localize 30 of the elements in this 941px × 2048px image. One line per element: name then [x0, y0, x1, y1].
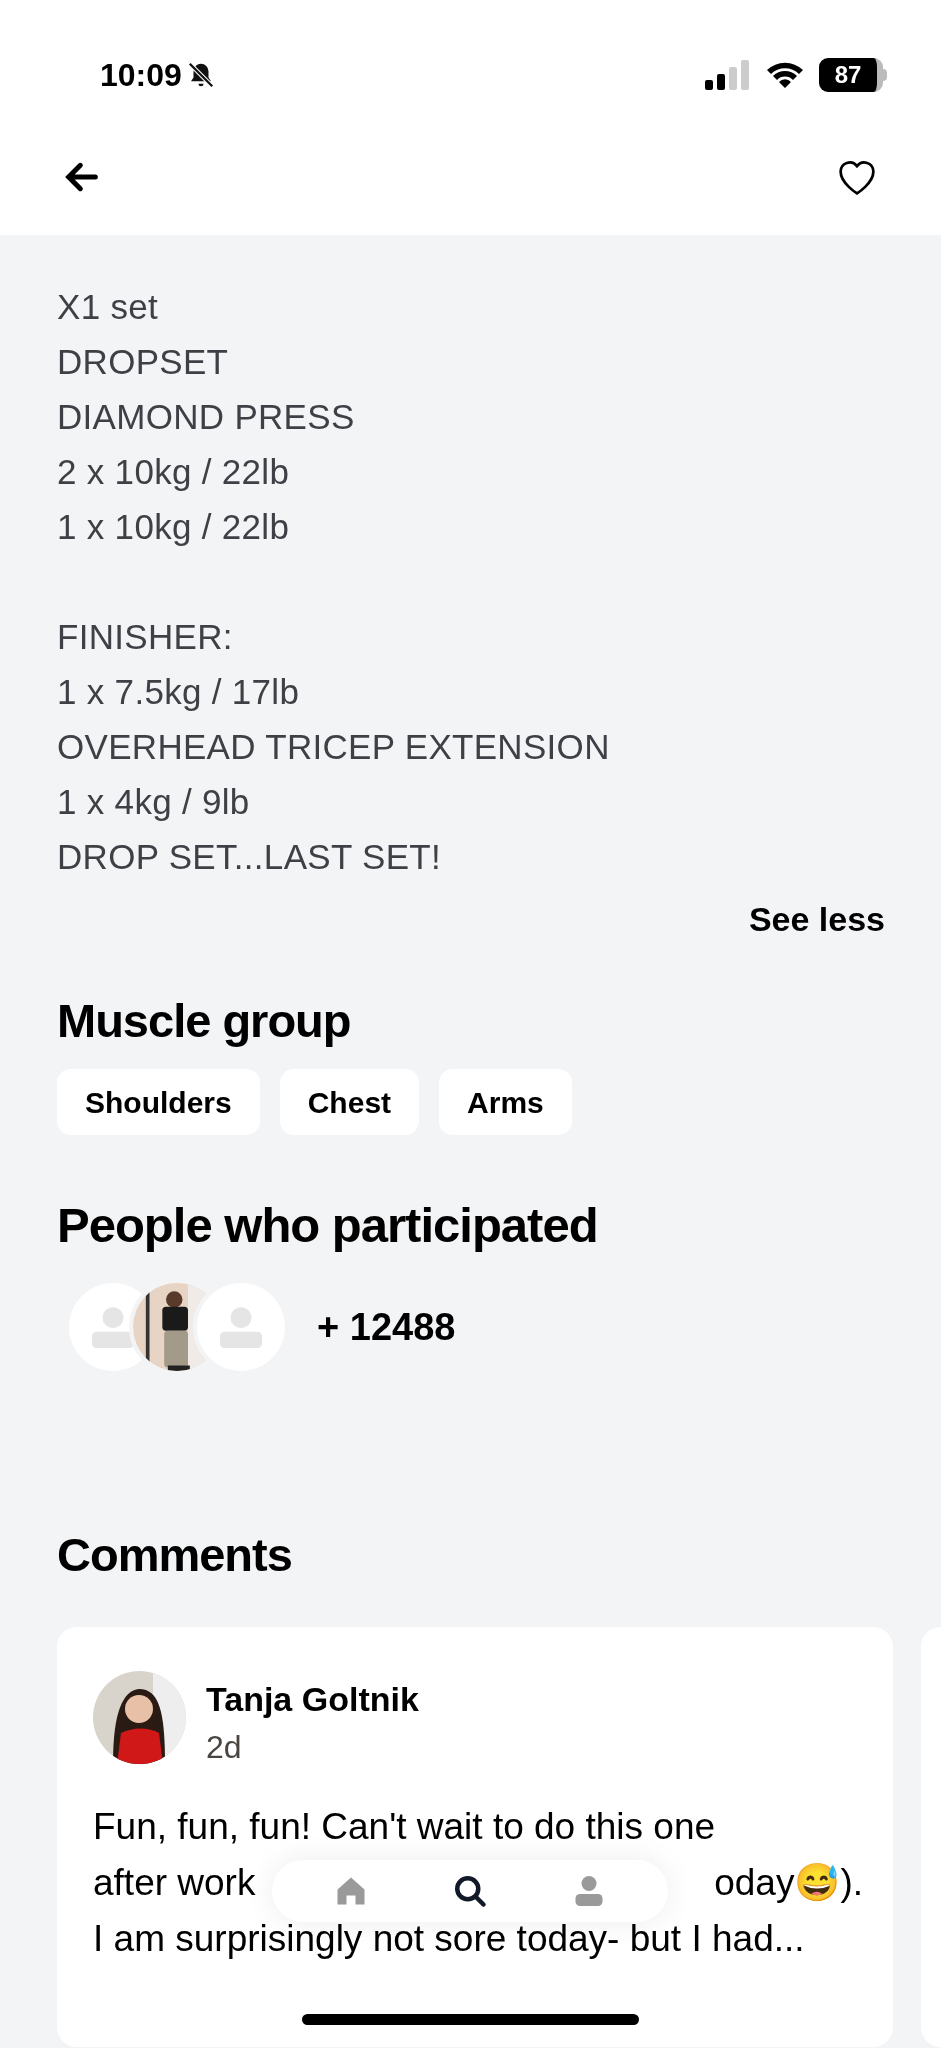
- comment-text: Fun, fun, fun! Can't wait to do this one: [93, 1805, 716, 1850]
- comment-text: after work: [93, 1861, 256, 1906]
- description-line: OVERHEAD TRICEP EXTENSION: [57, 726, 611, 768]
- description-line: X1 set: [57, 286, 160, 328]
- description-line: FINISHER:: [57, 616, 234, 658]
- description-line: 1 x 7.5kg / 17lb: [57, 671, 301, 713]
- comment-author: Tanja Goltnik: [206, 1679, 419, 1720]
- status-time: 10:09: [100, 56, 182, 95]
- description-line: 1 x 4kg / 9lb: [57, 781, 251, 823]
- battery-level: 87: [819, 58, 883, 92]
- muscle-tag: Shoulders: [57, 1069, 260, 1135]
- section-title: Comments: [57, 1529, 293, 1581]
- section-title: People who participated: [57, 1199, 599, 1251]
- section-title: Muscle group: [57, 995, 352, 1047]
- signal-icon: [705, 60, 751, 90]
- comment-time: 2d: [206, 1728, 243, 1767]
- description-line: DROP SET...LAST SET!: [57, 836, 442, 878]
- battery-tip-icon: [883, 69, 887, 81]
- description-line: 1 x 10kg / 22lb: [57, 506, 291, 548]
- see-less-link[interactable]: See less: [748, 894, 885, 945]
- participant-count: + 12488: [317, 1304, 456, 1350]
- comment-text: oday😅).: [714, 1861, 863, 1906]
- description-line: DROPSET: [57, 341, 230, 383]
- description-line: 2 x 10kg / 22lb: [57, 451, 291, 493]
- muscle-tag: Chest: [279, 1069, 420, 1135]
- comment-text: I am surprisingly not sore today- but I had...: [93, 1917, 805, 1962]
- muscle-tag: Arms: [439, 1069, 572, 1135]
- search-icon[interactable]: [452, 1873, 488, 1909]
- description-line: DIAMOND PRESS: [57, 396, 356, 438]
- wifi-icon: [765, 60, 805, 90]
